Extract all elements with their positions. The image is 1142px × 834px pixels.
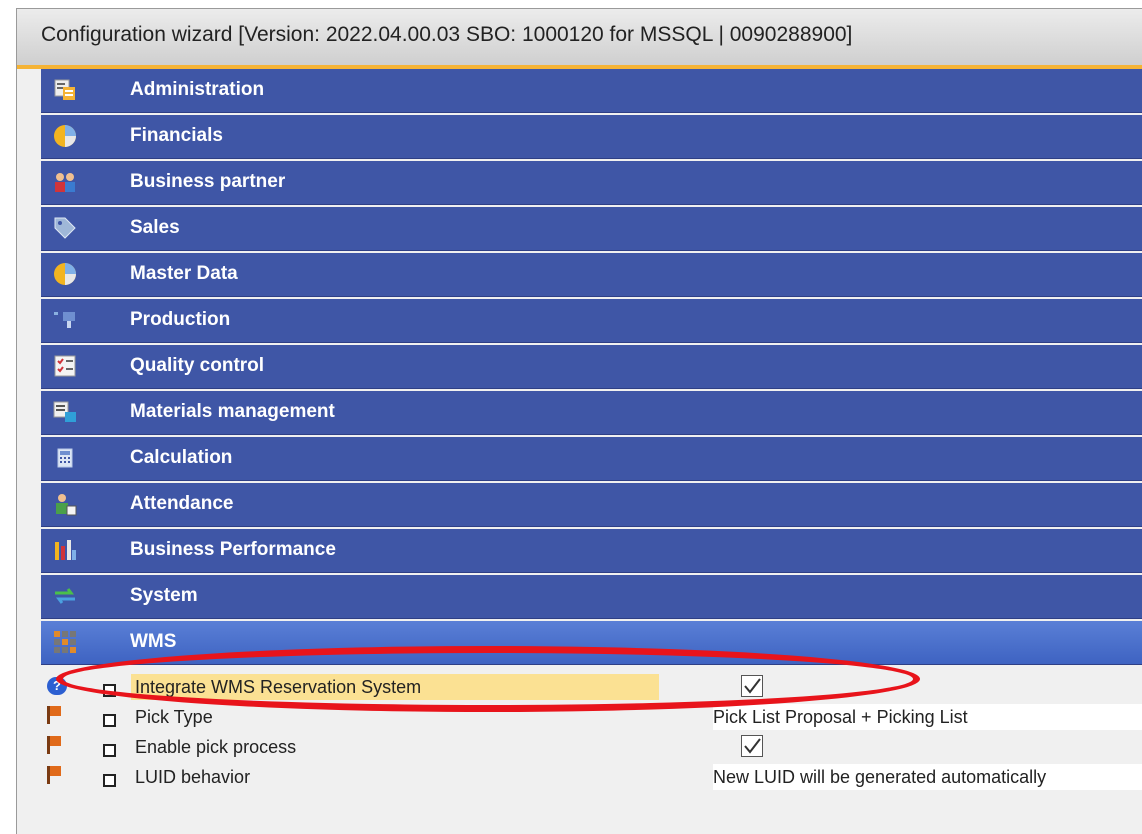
price-tag-icon — [53, 216, 77, 240]
title-bar: Configuration wizard [Version: 2022.04.0… — [17, 9, 1142, 69]
calculator-icon — [53, 446, 77, 470]
module-label: Sales — [130, 217, 180, 238]
person-clock-icon — [53, 492, 77, 516]
parameter-row[interactable]: Enable pick process — [41, 731, 1142, 761]
expand-square-icon[interactable] — [103, 684, 116, 697]
module-label: WMS — [130, 631, 177, 652]
checklist-icon — [53, 354, 77, 378]
module-label: Master Data — [130, 263, 238, 284]
parameter-row[interactable]: ? Integrate WMS Reservation System — [41, 671, 1142, 701]
materials-icon — [53, 400, 77, 424]
wms-parameter-list: ? Integrate WMS Reservation System Pick … — [41, 671, 1142, 791]
module-financials[interactable]: Financials — [41, 115, 1142, 159]
parameter-row[interactable]: Pick Type Pick List Proposal + Picking L… — [41, 701, 1142, 731]
module-production[interactable]: Production — [41, 299, 1142, 343]
module-materials-management[interactable]: Materials management — [41, 391, 1142, 435]
bar-chart-icon — [53, 538, 77, 562]
expand-square-icon[interactable] — [103, 774, 116, 787]
window-title: Configuration wizard [Version: 2022.04.0… — [41, 23, 853, 46]
parameter-value[interactable]: New LUID will be generated automatically — [713, 764, 1142, 790]
module-calculation[interactable]: Calculation — [41, 437, 1142, 481]
module-business-partner[interactable]: Business partner — [41, 161, 1142, 205]
module-label: Business partner — [130, 171, 286, 192]
module-business-performance[interactable]: Business Performance — [41, 529, 1142, 573]
parameter-label: Enable pick process — [135, 737, 297, 757]
parameter-value[interactable]: Pick List Proposal + Picking List — [713, 704, 1142, 730]
sync-arrows-icon — [53, 584, 77, 608]
configuration-wizard-window: Configuration wizard [Version: 2022.04.0… — [16, 8, 1142, 834]
parameter-label: Pick Type — [135, 707, 213, 727]
module-label: Production — [130, 309, 231, 330]
module-list: Administration Financials Business partn… — [41, 69, 1142, 667]
parameter-checkbox[interactable] — [741, 675, 763, 697]
module-label: Calculation — [130, 447, 233, 468]
module-label: Attendance — [130, 493, 234, 514]
parameter-label: Integrate WMS Reservation System — [131, 674, 659, 700]
module-quality-control[interactable]: Quality control — [41, 345, 1142, 389]
parameter-row[interactable]: LUID behavior New LUID will be generated… — [41, 761, 1142, 791]
module-wms[interactable]: WMS — [41, 621, 1142, 665]
parameter-label: LUID behavior — [135, 767, 251, 787]
module-label: Materials management — [130, 401, 335, 422]
expand-square-icon[interactable] — [103, 714, 116, 727]
flag-icon — [47, 736, 61, 754]
flag-icon — [47, 766, 61, 784]
production-icon — [53, 308, 77, 332]
people-icon — [53, 170, 77, 194]
grid-dots-icon — [53, 630, 77, 654]
module-label: Quality control — [130, 355, 265, 376]
pie-chart-icon — [53, 262, 77, 286]
parameter-checkbox[interactable] — [741, 735, 763, 757]
help-icon[interactable]: ? — [47, 677, 67, 695]
module-label: System — [130, 585, 198, 606]
expand-square-icon[interactable] — [103, 744, 116, 757]
flag-icon — [47, 706, 61, 724]
module-administration[interactable]: Administration — [41, 69, 1142, 113]
module-label: Administration — [130, 79, 265, 100]
module-attendance[interactable]: Attendance — [41, 483, 1142, 527]
pie-chart-icon — [53, 124, 77, 148]
document-list-icon — [53, 78, 77, 102]
module-master-data[interactable]: Master Data — [41, 253, 1142, 297]
module-system[interactable]: System — [41, 575, 1142, 619]
module-label: Financials — [130, 125, 223, 146]
module-label: Business Performance — [130, 539, 336, 560]
module-sales[interactable]: Sales — [41, 207, 1142, 251]
